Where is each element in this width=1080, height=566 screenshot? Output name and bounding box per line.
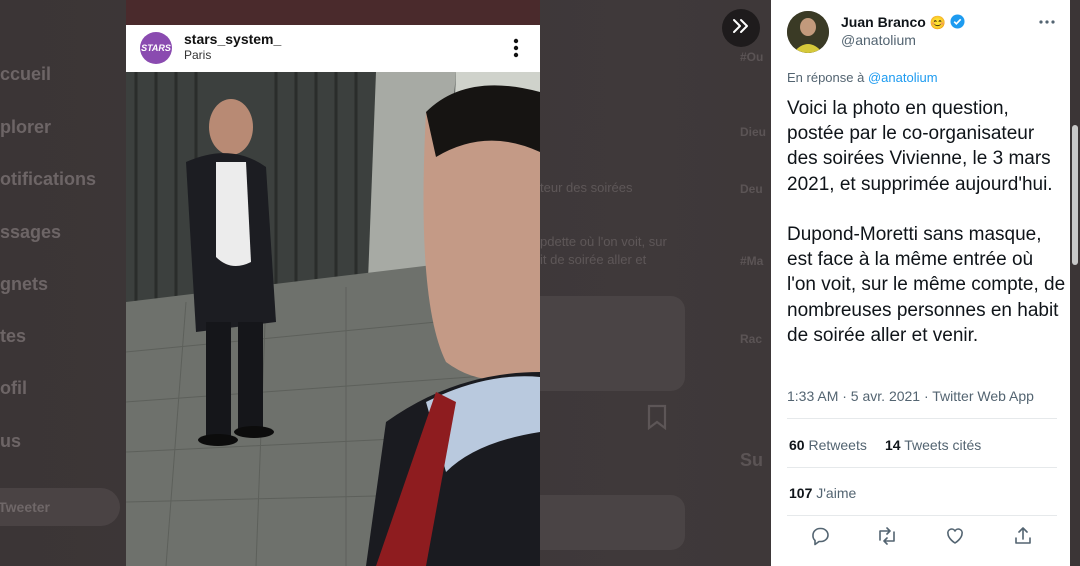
quotes-count: 14 [885,437,901,453]
expand-panel-button[interactable] [722,9,760,47]
background-text-line: it de soirée aller et [540,252,647,267]
nav-profile: ofil [0,378,27,398]
quote-tweets-stat[interactable]: 14 Tweets cités [885,437,981,453]
nav-bookmarks: gnets [0,274,49,294]
retweets-count: 60 [789,437,805,453]
reply-icon [810,526,830,551]
tweet-detail-panel: Juan Branco 😊 @anatolium En réponse à @a… [771,0,1070,566]
scrollbar[interactable] [1072,125,1078,265]
like-button[interactable] [943,526,967,550]
retweets-label: Retweets [808,437,867,453]
instagram-avatar: STARS [140,32,172,64]
instagram-location: Paris [184,48,212,62]
like-icon [945,526,965,551]
nav-notifications: otifications [0,169,97,189]
tweet-metadata[interactable]: 1:33 AM · 5 avr. 2021 · Twitter Web App [787,388,1034,404]
instagram-username: stars_system_ [184,31,282,47]
likes-stat[interactable]: 107 J'aime [789,485,856,501]
reply-button[interactable] [808,526,832,550]
verified-badge-icon [950,14,965,32]
display-name: Juan Branco [841,14,926,30]
background-text-line: teur des soirées [540,180,633,195]
reply-handle-link[interactable]: @anatolium [868,70,938,85]
photo-scene [126,72,540,566]
background-card [540,296,685,391]
background-tweet-button: Tweeter [0,488,120,526]
quotes-label: Tweets cités [904,437,982,453]
chevron-double-right-icon [732,18,750,39]
retweet-icon [876,526,898,551]
background-trend: #Ou [740,50,764,64]
share-icon [1013,526,1033,551]
nav-explore: plorer [0,117,52,137]
bookmark-icon [646,404,668,435]
divider [787,467,1057,468]
reply-context: En réponse à @anatolium [787,70,938,85]
nav-more: us [0,431,22,451]
background-timeline: teur des soirées pdette où l'on voit, su… [540,0,770,566]
avatar[interactable] [787,11,829,53]
more-options-button[interactable] [1035,12,1059,32]
author-handle[interactable]: @anatolium [841,32,916,48]
retweet-button[interactable] [875,526,899,550]
background-trend: Deu [740,182,763,196]
background-sidebar: ccueil plorer otifications ssages gnets … [0,0,126,566]
retweets-stat[interactable]: 60 Retweets [789,437,867,453]
share-button[interactable] [1011,526,1035,550]
vertical-dots-icon [506,31,526,65]
background-text-line: pdette où l'on voit, sur [540,234,667,249]
photo-top-strip [126,0,540,25]
likes-label: J'aime [816,485,857,501]
background-section-heading: Su [740,450,764,470]
likes-count: 107 [789,485,813,501]
divider [787,515,1057,516]
tweet-text: Voici la photo en question, postée par l… [787,98,1066,346]
background-trend: Rac [740,332,763,346]
nav-home: ccueil [0,64,52,84]
background-card [540,495,685,550]
background-trend: Dieu [740,125,767,139]
nav-lists: tes [0,326,27,346]
reply-prefix: En réponse à [787,70,865,85]
author-name[interactable]: Juan Branco 😊 [841,14,965,32]
instagram-post-header: STARS stars_system_ Paris [126,25,540,72]
divider [787,418,1057,419]
nav-messages: ssages [0,222,62,242]
name-emoji: 😊 [929,15,946,30]
tweet-media-photo[interactable]: STARS stars_system_ Paris [126,0,540,566]
background-trend: #Ma [740,254,764,268]
